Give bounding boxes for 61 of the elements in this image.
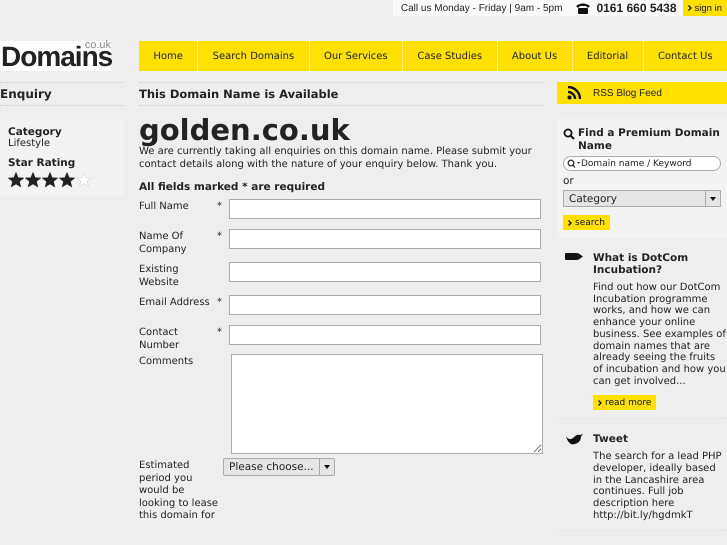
search-icon [563,128,575,140]
section-heading: This Domain Name is Available [139,82,543,106]
category-label: Category [8,126,63,138]
input-field[interactable] [229,229,541,249]
nav-link[interactable]: Case Studies [402,41,497,71]
required-mark: * [217,231,222,242]
phone-icon [575,2,592,14]
field-label: Comments [139,355,194,368]
nav-link[interactable]: Editorial [572,41,643,71]
field-label: Name Of Company [139,230,188,256]
search-title: Find a Premium Domain Name [578,127,721,152]
intro-text: We are currently taking all enquiries on this domain name. Please submit your contact details along with the nature of your enquiry below. Thank you. [139,146,533,171]
phone-number: 0161 660 5438 [596,1,677,15]
required-mark: * [217,201,222,212]
domain-search-field[interactable]: Domain name / Keyword [563,156,721,171]
input-field[interactable] [229,262,541,282]
article-title: What is DotCom Incubation? [593,252,690,276]
required-mark: * [217,327,222,338]
field-label: Contact Number [139,326,180,352]
filled-star-icon [42,172,58,188]
field-label: Estimated period you would be looking to lease this domain for [139,459,220,522]
domain-name: golden.co.uk [139,114,350,146]
period-dropdown[interactable]: Please choose... [223,458,335,476]
input-field[interactable] [229,199,541,219]
search-button[interactable]: search [563,215,610,230]
required-note: All fields marked * are required [139,181,326,193]
required-mark: * [217,297,222,308]
rss-icon [567,86,581,100]
field-label: Email Address [139,296,211,310]
nav-link[interactable]: Home [139,41,198,71]
rating-label: Star Rating [8,157,76,169]
article-text: Find out how our DotCom Incubation programme works, and how we can enhance your online business. See examples of domain names that are already seeing the fruits of incubation and how you can get involved... [593,282,727,388]
dropdown-arrow-icon [710,196,716,200]
input-field[interactable] [229,325,541,345]
article-title: Tweet [593,433,629,446]
read-more-button[interactable]: read more [593,395,656,410]
nav-link[interactable]: Contact Us [642,41,727,71]
comments-field[interactable] [231,354,543,454]
opening-hours: Call us Monday - Friday | 9am - 5pm [400,2,562,14]
nav-link[interactable]: Our Services [308,41,402,71]
rss-feed-link[interactable]: RSS Blog Feed [557,82,727,104]
or-text: or [563,175,575,187]
filled-star-icon [59,172,75,188]
category-dropdown[interactable]: Category [563,190,721,207]
dropdown-arrow-icon [324,465,330,469]
chevron-icon [568,220,572,226]
search-icon [567,159,581,168]
field-label: Full Name [139,200,190,214]
sign-in-button[interactable]: sign in [682,0,727,16]
chevron-icon [688,5,692,11]
input-field[interactable] [229,295,541,315]
section-heading: Enquiry [0,82,124,106]
filled-star-icon [25,172,41,188]
article-text: The search for a lead PHP developer, ideally based in the Lancashire area continues. Full job description here http://bit.ly/hgdmkT [593,451,723,522]
chevron-icon [598,400,602,406]
field-label: Existing Website [139,263,180,289]
bird-icon [565,433,583,446]
filled-star-icon [8,172,24,188]
category-value: Lifestyle [8,138,52,149]
nav-link[interactable]: About Us [496,41,572,71]
nav-link[interactable]: Search Domains [197,41,309,71]
